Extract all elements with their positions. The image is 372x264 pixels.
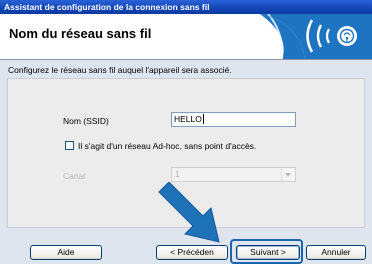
window-titlebar: Assistant de configuration de la connexi…	[0, 0, 372, 14]
wizard-header: Nom du réseau sans fil	[0, 14, 372, 60]
pointer-arrow-icon	[158, 182, 220, 243]
cancel-button[interactable]: Annuler	[306, 245, 366, 260]
canal-value: 1	[175, 169, 180, 179]
canal-label: Canal	[63, 171, 86, 181]
canal-select[interactable]: 1	[171, 167, 296, 182]
adhoc-label[interactable]: Il s'agit d'un réseau Ad-hoc, sans point…	[78, 141, 256, 151]
help-button[interactable]: Aide	[30, 245, 102, 260]
window-title: Assistant de configuration de la connexi…	[4, 2, 210, 12]
adhoc-checkbox[interactable]	[65, 141, 74, 150]
next-button[interactable]: Suivant >	[236, 245, 300, 260]
ssid-input[interactable]: HELLO	[171, 112, 296, 127]
instruction-text: Configurez le réseau sans fil auquel l'a…	[8, 65, 232, 75]
text-caret	[202, 114, 204, 124]
ssid-value: HELLO	[174, 114, 202, 124]
ssid-label: Nom (SSID)	[63, 116, 109, 126]
page-title: Nom du réseau sans fil	[9, 26, 152, 41]
wireless-signal-icon	[260, 14, 372, 59]
previous-button[interactable]: < Précéden	[156, 245, 228, 260]
chevron-down-icon	[281, 168, 295, 181]
